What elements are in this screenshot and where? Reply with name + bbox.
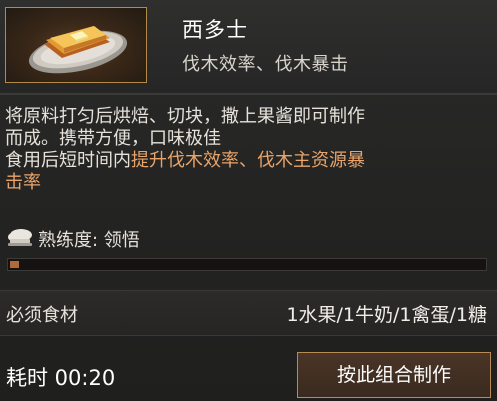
description-effect-highlight: 提升伐木效率、伐木主资源暴 — [131, 150, 365, 171]
description-line: 食用后短时间内提升伐木效率、伐木主资源暴 — [5, 150, 490, 172]
recipe-icon-frame — [5, 7, 147, 83]
craft-button[interactable]: 按此组合制作 — [297, 352, 491, 398]
description-line: 而成。携带方便，口味极佳 — [5, 128, 221, 149]
item-effect-summary: 伐木效率、伐木暴击 — [182, 54, 349, 75]
item-name: 西多士 — [182, 18, 248, 42]
ingredients-row: 必须食材 1水果/1牛奶/1禽蛋/1糖 — [0, 290, 497, 336]
recipe-panel: 西多士 伐木效率、伐木暴击 将原料打匀后烘焙、切块，撒上果酱即可制作 而成。携带… — [0, 0, 497, 401]
proficiency-label: 熟练度: 领悟 — [38, 230, 140, 251]
proficiency-progress-bar — [7, 258, 487, 271]
french-toast-icon — [28, 26, 128, 74]
description-effect-highlight: 击率 — [5, 172, 41, 193]
item-description: 将原料打匀后烘焙、切块，撒上果酱即可制作 而成。携带方便，口味极佳 食用后短时间… — [5, 106, 490, 194]
craft-time: 耗时 00:20 — [6, 366, 116, 390]
recipe-header: 西多士 伐木效率、伐木暴击 — [0, 0, 497, 92]
description-effect-prefix: 食用后短时间内 — [5, 150, 131, 171]
ingredients-label: 必须食材 — [6, 305, 78, 326]
proficiency-progress-fill — [10, 261, 19, 268]
header-divider — [0, 93, 497, 95]
description-line: 将原料打匀后烘焙、切块，撒上果酱即可制作 — [5, 106, 365, 127]
ingredients-list: 1水果/1牛奶/1禽蛋/1糖 — [286, 304, 487, 326]
chef-hat-icon — [8, 229, 32, 246]
